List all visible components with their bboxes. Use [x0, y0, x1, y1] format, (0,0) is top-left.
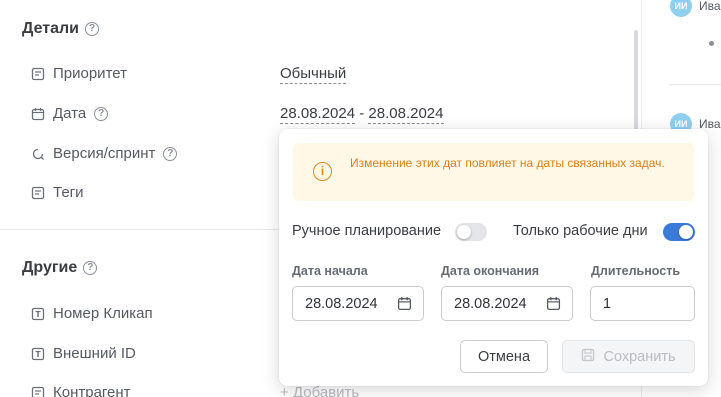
- duration-value: 1: [603, 295, 612, 312]
- field-label: Внешний ID: [53, 345, 136, 362]
- field-clickup-number: T Номер Кликап: [30, 305, 153, 322]
- priority-icon: [30, 66, 45, 81]
- field-tags: Теги: [30, 184, 84, 201]
- manual-planning-toggle[interactable]: [455, 223, 487, 241]
- save-button[interactable]: Сохранить: [562, 340, 695, 373]
- end-date-field[interactable]: 28.08.2024: [441, 286, 573, 321]
- warning-banner: i Изменение этих дат повлияет на даты св…: [293, 143, 694, 201]
- workdays-only-toggle[interactable]: [663, 223, 695, 241]
- help-icon[interactable]: ?: [94, 106, 109, 121]
- field-label: Теги: [53, 184, 84, 201]
- field-external-id: T Внешний ID: [30, 345, 136, 362]
- calendar-icon[interactable]: [546, 296, 561, 311]
- cancel-button[interactable]: Отмена: [460, 340, 548, 373]
- date-end-value[interactable]: 28.08.2024: [368, 105, 444, 124]
- cancel-label: Отмена: [477, 348, 531, 365]
- field-label: Номер Кликап: [53, 305, 153, 322]
- help-icon[interactable]: ?: [85, 22, 100, 36]
- field-date: Дата ?: [30, 105, 109, 122]
- field-priority: Приоритет: [30, 65, 127, 82]
- sprint-icon: [30, 146, 45, 161]
- field-label: Версия/спринт: [53, 145, 156, 162]
- tag-icon: [30, 185, 45, 200]
- start-date-value: 28.08.2024: [305, 295, 378, 312]
- date-separator: -: [355, 105, 369, 122]
- date-start-value[interactable]: 28.08.2024: [280, 105, 356, 124]
- start-date-label: Дата начала: [292, 264, 368, 278]
- manual-planning-label: Ручное планирование: [292, 223, 442, 239]
- activity-bullet: [709, 41, 714, 46]
- svg-text:T: T: [35, 350, 41, 359]
- field-sprint: Версия/спринт ?: [30, 145, 178, 162]
- field-label: Дата: [53, 105, 87, 122]
- workdays-only-label: Только рабочие дни: [513, 223, 648, 239]
- activity-divider: [670, 84, 721, 85]
- field-label: Приоритет: [53, 65, 127, 82]
- details-title-text: Детали: [22, 20, 80, 37]
- details-section-title: Детали ?: [22, 20, 100, 38]
- help-icon[interactable]: ?: [163, 146, 178, 161]
- contractor-icon: [30, 385, 45, 397]
- duration-field[interactable]: 1: [590, 286, 695, 321]
- avatar: ИИ: [670, 0, 692, 17]
- text-field-icon: T: [30, 346, 45, 361]
- warning-text: Изменение этих дат повлияет на даты связ…: [350, 156, 665, 170]
- other-title-text: Другие: [22, 259, 78, 276]
- save-icon: [581, 348, 595, 366]
- start-date-field[interactable]: 28.08.2024: [292, 286, 424, 321]
- priority-value[interactable]: Обычный: [280, 65, 347, 84]
- field-label: Контрагент: [53, 384, 131, 397]
- activity-author[interactable]: Ива: [699, 0, 721, 13]
- text-field-icon: T: [30, 306, 45, 321]
- save-label: Сохранить: [603, 348, 676, 365]
- calendar-icon: [30, 106, 45, 121]
- svg-text:T: T: [35, 310, 41, 319]
- duration-label: Длительность: [591, 264, 681, 278]
- end-date-value: 28.08.2024: [454, 295, 527, 312]
- field-contractor: Контрагент: [30, 384, 131, 397]
- date-range-value[interactable]: 28.08.2024 - 28.08.2024: [280, 105, 444, 124]
- calendar-icon[interactable]: [397, 296, 412, 311]
- info-warning-icon: i: [313, 162, 332, 181]
- date-edit-popup: i Изменение этих дат повлияет на даты св…: [279, 129, 708, 386]
- other-section-title: Другие ?: [22, 259, 98, 277]
- help-icon[interactable]: ?: [83, 261, 98, 275]
- end-date-label: Дата окончания: [441, 264, 540, 278]
